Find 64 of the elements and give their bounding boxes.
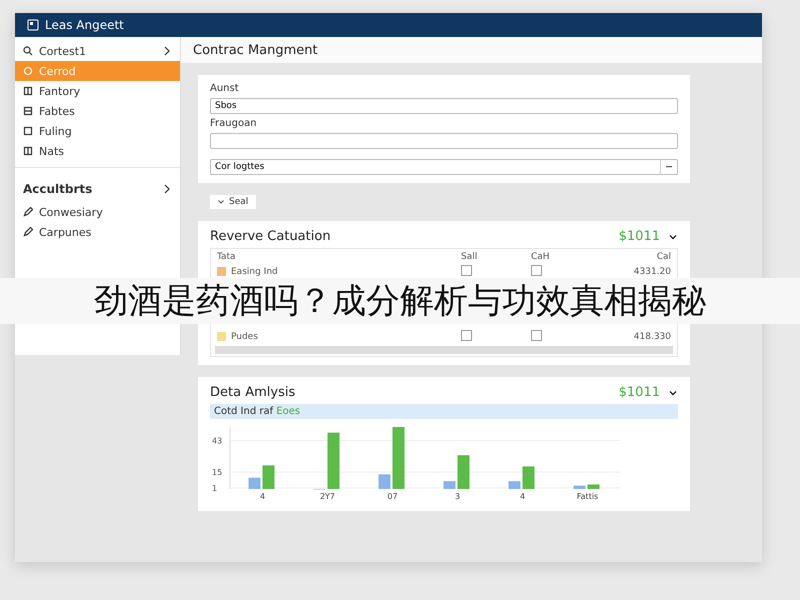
card-title: Deta Amlysis	[210, 385, 296, 400]
checkbox[interactable]	[531, 330, 542, 340]
field-label: Aunst	[210, 83, 240, 94]
sidebar-item[interactable]: Conwesiary	[15, 202, 180, 222]
section-title: Accultbrts	[23, 182, 94, 196]
card-title: Reverve Catuation	[210, 229, 332, 244]
table-cell: Pudes	[231, 332, 258, 342]
chart-bar	[444, 481, 456, 489]
input-field[interactable]: Sbos	[210, 98, 678, 114]
page-title: Contrac Mangment	[181, 37, 762, 63]
table-cell: 418.330	[634, 332, 671, 342]
chart-bar	[392, 427, 404, 489]
window-title: Leas Angeett	[45, 18, 124, 32]
column-header: Tata	[217, 252, 237, 262]
column-header: Cal	[656, 252, 671, 262]
checkbox[interactable]	[531, 264, 542, 276]
table-cell: Easing Ind	[231, 266, 278, 276]
search-label: Cortest1	[39, 44, 88, 58]
chevron-right-icon	[162, 46, 172, 56]
chart-bar	[458, 455, 470, 489]
axis-category-label: 4	[260, 492, 266, 501]
banner-text: 劲酒是药酒吗？成分解析与功效真相揭秘	[94, 281, 706, 321]
chevron-right-icon	[162, 184, 172, 194]
axis-category-label: 4	[520, 492, 526, 501]
seal-button[interactable]: Seal	[210, 195, 256, 209]
dropdown-field[interactable]: Cor logttes	[210, 159, 678, 175]
amount: $1011	[618, 385, 660, 400]
axis-category-label: 07	[387, 492, 398, 501]
circle-icon	[23, 66, 33, 76]
chevron-down-icon	[218, 200, 224, 204]
field-label: Fraugoan	[210, 118, 258, 129]
axis-category-label: Fattis	[576, 492, 598, 501]
sidebar-search[interactable]: Cortest1	[15, 41, 180, 61]
search-icon	[23, 46, 33, 56]
table-cell: 4331.20	[634, 266, 671, 276]
input-field[interactable]	[210, 133, 678, 149]
chart-bar	[248, 478, 260, 489]
column-header: Sall	[461, 252, 478, 262]
horizontal-scrollbar[interactable]	[215, 346, 673, 354]
axis-category-label: 3	[454, 492, 460, 501]
chart-bar	[262, 465, 274, 489]
axis-tick-label: 1	[212, 484, 218, 493]
axis-category-label: 2Y7	[320, 492, 336, 501]
sidebar-item[interactable]: Fabtes	[15, 101, 180, 121]
chart-bar	[574, 486, 586, 489]
axis-tick-label: 43	[212, 436, 222, 446]
chart-bar	[378, 474, 390, 489]
chart-bar	[508, 481, 520, 489]
sidebar-item[interactable]: Nats	[15, 141, 180, 161]
chart-subtitle: Cotd Ind raf Eoes	[210, 404, 678, 419]
app-logo-icon	[27, 19, 39, 31]
chart-bar	[522, 466, 534, 489]
column-header: CaH	[531, 252, 551, 262]
axis-tick-label: 15	[212, 468, 222, 478]
square-icon	[23, 126, 33, 136]
chart-bar	[328, 432, 340, 489]
chart-bar	[588, 484, 600, 489]
minus-icon	[666, 166, 672, 168]
sidebar-item[interactable]: Fuling	[15, 121, 180, 141]
sidebar-item[interactable]: Fantory	[15, 81, 180, 101]
amount: $1011	[618, 229, 660, 244]
checkbox[interactable]	[461, 330, 472, 340]
sidebar-item[interactable]: Carpunes	[15, 222, 180, 242]
checkbox[interactable]	[461, 264, 472, 276]
